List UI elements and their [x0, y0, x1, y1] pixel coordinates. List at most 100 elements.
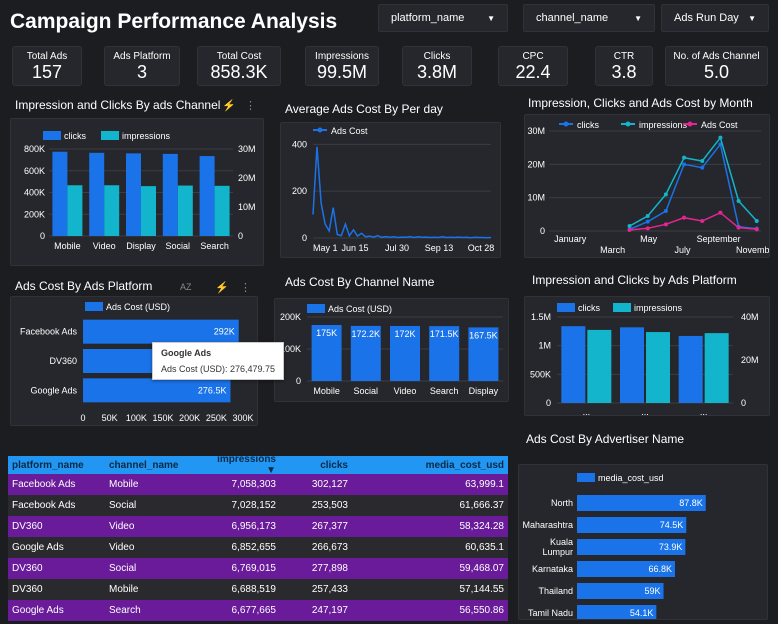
x-tick-label: 50K: [102, 413, 118, 423]
more-options-icon[interactable]: ⋮: [240, 281, 251, 294]
table-cell: 63,999.1: [465, 479, 504, 490]
kpi-value: 3.8: [611, 62, 637, 82]
x-tick-label: Mobile: [313, 386, 340, 396]
platform-filter-dropdown[interactable]: platform_name ▼: [378, 4, 508, 32]
column-header-impressions[interactable]: impressions ▼: [205, 454, 280, 476]
chart-title: Average Ads Cost By Per day: [285, 102, 443, 116]
kpi-total-cost: Total Cost 858.3K: [197, 46, 281, 86]
legend-label: clicks: [578, 303, 600, 313]
legend-swatch: [625, 121, 631, 127]
x-tick-label: 200K: [179, 413, 200, 423]
data-label: 172K: [394, 329, 415, 339]
table-cell: 247,197: [311, 605, 348, 616]
series-point: [682, 155, 687, 160]
bar-clicks: [126, 153, 141, 236]
kpi-label: Total Ads: [26, 51, 68, 62]
y-tick-label: DV360: [49, 356, 77, 366]
series-point: [718, 135, 723, 140]
table-cell: Facebook Ads: [12, 479, 76, 490]
table-row[interactable]: DV360 Video 6,956,173 267,377 58,324.28: [8, 516, 508, 537]
chart-svg: clicks impressions 0 200K 400K 600K 800K 0 10M 20…: [24, 131, 256, 251]
x-tick-label: Jun 15: [341, 243, 368, 253]
x-tick-label: May: [640, 234, 658, 244]
tooltip-value: Ads Cost (USD): 276,479.75: [161, 364, 276, 374]
legend-label: Ads Cost (USD): [106, 302, 170, 312]
series-point: [736, 225, 741, 230]
x-tick-label: Sep 13: [425, 243, 454, 253]
chart-title: Ads Cost By Advertiser Name: [526, 432, 685, 446]
chart-title: Impression, Clicks and Ads Cost by Month: [528, 96, 753, 110]
kpi-label: Total Cost: [216, 51, 262, 62]
data-label: 66.8K: [648, 564, 672, 574]
table-row[interactable]: Facebook Ads Mobile 7,058,303 302,127 63,999…: [8, 474, 508, 495]
bolt-icon[interactable]: ⚡: [222, 99, 236, 112]
y-tick-label: Lumpur: [542, 547, 573, 557]
bar-impressions: [704, 333, 729, 403]
series-point: [627, 224, 632, 228]
x-tick-label: 150K: [152, 413, 173, 423]
data-label: 74.5K: [660, 520, 684, 530]
kpi-value: 157: [31, 62, 63, 82]
table-cell: Video: [109, 521, 135, 532]
column-header-platform[interactable]: platform_name: [8, 460, 105, 471]
column-header-clicks[interactable]: clicks: [280, 460, 352, 471]
table-cell: 57,144.55: [459, 584, 505, 595]
x-tick-label: ...: [583, 407, 591, 415]
x-tick-label: March: [600, 245, 625, 255]
ads-run-day-filter-dropdown[interactable]: Ads Run Day ▼: [661, 4, 769, 32]
table-cell: 6,852,655: [231, 542, 277, 553]
legend-label: Ads Cost: [701, 120, 738, 130]
bolt-icon[interactable]: ⚡: [215, 281, 229, 294]
bar-impressions: [214, 185, 230, 236]
column-header-media-cost[interactable]: media_cost_usd: [352, 460, 508, 471]
table-cell: Social: [109, 563, 137, 574]
sort-icon[interactable]: AZ: [180, 282, 192, 292]
legend-swatch: [317, 127, 323, 133]
table-row[interactable]: Google Ads Search 6,677,665 247,197 56,550.8…: [8, 600, 508, 621]
table-row[interactable]: DV360 Social 6,769,015 277,898 59,468.07: [8, 558, 508, 579]
table-cell: 266,673: [311, 542, 348, 553]
series-point: [663, 222, 668, 227]
more-options-icon[interactable]: ⋮: [245, 99, 256, 112]
y2-tick-label: 10M: [238, 202, 256, 212]
kpi-ads-channel: No. of Ads Channel 5.0: [665, 46, 768, 86]
series-point: [754, 219, 759, 223]
series-point: [627, 228, 632, 232]
kpi-value: 858.3K: [210, 62, 268, 82]
table-row[interactable]: Facebook Ads Social 7,028,152 253,503 61,666…: [8, 495, 508, 516]
data-label: 54.1K: [630, 608, 654, 618]
caret-down-icon: ▼: [748, 13, 756, 23]
table-row[interactable]: DV360 Mobile 6,688,519 257,433 57,144.55: [8, 579, 508, 600]
y-tick-label: Maharashtra: [522, 520, 573, 530]
table-cell: 253,503: [311, 500, 348, 511]
y-tick-label: Kuala: [550, 537, 573, 547]
kpi-label: CTR: [613, 51, 635, 62]
kpi-total-ads: Total Ads 157: [12, 46, 82, 86]
legend-swatch: [557, 303, 575, 312]
bar-impressions: [141, 186, 156, 236]
x-tick-label: Mobile: [54, 241, 81, 251]
legend-label: Ads Cost: [331, 126, 368, 136]
column-header-channel[interactable]: channel_name: [105, 460, 205, 471]
x-tick-label: Oct 28: [468, 243, 495, 253]
channel-filter-dropdown[interactable]: channel_name ▼: [523, 4, 655, 32]
table-cell: Google Ads: [12, 605, 64, 616]
y-tick-label: Tamil Nadu: [528, 608, 573, 618]
legend-swatch: [307, 304, 325, 313]
table-cell: 61,666.37: [459, 500, 505, 511]
series-point: [736, 199, 741, 203]
chart-impression-clicks-cost-by-month: clicks impressions Ads Cost 0 10M 20M 30M Janua…: [524, 114, 778, 258]
table-cell: Social: [109, 500, 137, 511]
series-point: [663, 209, 668, 213]
caret-down-icon: ▼: [634, 13, 642, 23]
y-tick-label: 30M: [527, 126, 545, 136]
kpi-impressions: Impressions 99.5M: [305, 46, 379, 86]
y2-tick-label: 20M: [238, 173, 256, 183]
kpi-label: Impressions: [315, 51, 369, 62]
table-row[interactable]: Google Ads Video 6,852,655 266,673 60,635.1: [8, 537, 508, 558]
bar-clicks: [678, 335, 703, 403]
x-tick-label: Social: [354, 386, 379, 396]
kpi-label: CPC: [522, 51, 544, 62]
chart-ads-cost-by-channel: Ads Cost (USD) 0 100K 200K 175K Mobile 172.2K S…: [274, 298, 509, 402]
x-tick-label: Video: [93, 241, 116, 251]
